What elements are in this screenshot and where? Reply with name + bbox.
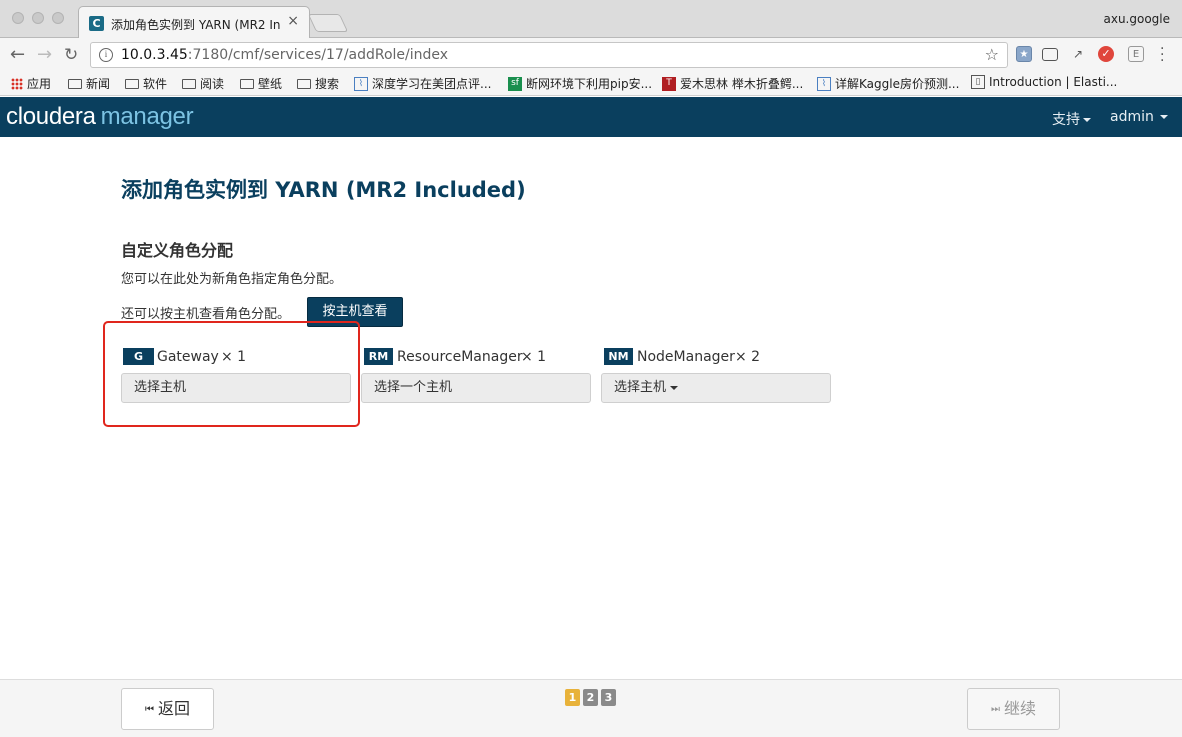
info-icon[interactable]: i <box>99 48 113 62</box>
window-zoom-button[interactable] <box>52 12 64 24</box>
support-menu[interactable]: 支持 <box>1052 109 1091 129</box>
address-bar[interactable]: i 10.0.3.45:7180/cmf/services/17/addRole… <box>90 42 1008 68</box>
role-name: ResourceManager <box>397 349 523 365</box>
page-title: 添加角色实例到 YARN (MR2 Included) <box>121 178 526 202</box>
step-forward-icon: ⏭ <box>990 703 1000 715</box>
bookmark-item[interactable]: 新闻 <box>68 75 110 92</box>
role-count: × 2 <box>735 349 761 365</box>
user-menu[interactable]: admin <box>1110 109 1168 125</box>
step-backward-icon: ⏮ <box>144 703 154 715</box>
caret-down-icon <box>1083 118 1091 122</box>
folder-icon <box>68 78 82 89</box>
cloudera-manager-logo[interactable]: cloudera manager <box>6 103 194 131</box>
bookmark-item[interactable]: ⌇ 详解Kaggle房价预测... <box>817 75 959 92</box>
role-badge: RM <box>364 348 393 365</box>
bookmark-item[interactable]: ▯ Introduction | Elasti... <box>971 75 1117 89</box>
app-header: cloudera manager 支持 admin <box>0 97 1182 137</box>
view-by-host-text: 还可以按主机查看角色分配。 <box>121 307 291 322</box>
folder-icon <box>125 78 139 89</box>
bookmark-item[interactable]: sf 断网环境下利用pip安... <box>508 75 652 92</box>
bookmark-item[interactable]: T 爱木思林 榉木折叠鳄... <box>662 75 803 92</box>
sf-favicon-icon: sf <box>508 76 522 91</box>
host-select-dropdown[interactable]: 选择主机 <box>601 373 831 403</box>
extension-check-icon[interactable]: ✓ <box>1098 46 1114 62</box>
reload-icon[interactable]: ↻ <box>64 45 78 65</box>
browser-tab-active[interactable]: C 添加角色实例到 YARN (MR2 Inc × <box>78 6 310 39</box>
wizard-step-1: 1 <box>565 689 580 706</box>
wizard-step-3: 3 <box>601 689 616 706</box>
browser-tab-strip: C 添加角色实例到 YARN (MR2 Inc × axu.google <box>0 0 1182 39</box>
wizard-footer: ⏮ 返回 1 2 3 ⏭ 继续 <box>0 679 1182 737</box>
url-text[interactable]: 10.0.3.45:7180/cmf/services/17/addRole/i… <box>121 47 448 63</box>
back-button[interactable]: ⏮ 返回 <box>121 688 214 730</box>
caret-down-icon <box>670 385 679 390</box>
profile-name[interactable]: axu.google <box>1103 12 1170 26</box>
bookmark-item[interactable]: ⌇ 深度学习在美团点评... <box>354 75 491 92</box>
chart-favicon-icon: ⌇ <box>354 76 368 91</box>
role-assignment-resourcemanager: RM ResourceManager × 1 选择一个主机 <box>361 346 591 406</box>
cloudera-favicon-icon: C <box>89 16 104 31</box>
chart-favicon-icon: ⌇ <box>817 76 831 91</box>
tab-close-icon[interactable]: × <box>287 13 299 29</box>
annotation-highlight-box <box>103 321 360 427</box>
bookmark-item[interactable]: 阅读 <box>182 75 224 92</box>
bookmark-item[interactable]: 搜索 <box>297 75 339 92</box>
role-badge: NM <box>604 348 633 365</box>
extension-e-icon[interactable]: E <box>1128 46 1144 62</box>
window-close-button[interactable] <box>12 12 24 24</box>
role-count: × 1 <box>521 349 547 365</box>
role-name: NodeManager <box>637 349 735 365</box>
browser-menu-icon[interactable]: · · · <box>1160 42 1166 68</box>
folder-icon <box>297 78 311 89</box>
wizard-step-2: 2 <box>583 689 598 706</box>
forward-arrow-icon[interactable]: → <box>37 45 52 65</box>
bookmark-item[interactable]: 壁纸 <box>240 75 282 92</box>
t-favicon-icon: T <box>662 76 676 91</box>
folder-icon <box>240 78 254 89</box>
section-description: 您可以在此处为新角色指定角色分配。 <box>121 272 343 287</box>
host-select-button[interactable]: 选择一个主机 <box>361 373 591 403</box>
window-minimize-button[interactable] <box>32 12 44 24</box>
extension-chart-icon[interactable]: ↗ <box>1070 46 1086 62</box>
extension-star-icon[interactable]: ★ <box>1016 46 1032 62</box>
extension-screen-icon[interactable] <box>1042 48 1058 61</box>
bookmark-item[interactable]: 应用 <box>11 75 51 92</box>
tab-title: 添加角色实例到 YARN (MR2 Inc <box>111 18 281 32</box>
caret-down-icon <box>1159 115 1168 119</box>
book-favicon-icon: ▯ <box>971 75 985 89</box>
continue-button[interactable]: ⏭ 继续 <box>967 688 1060 730</box>
back-arrow-icon[interactable]: ← <box>10 45 25 65</box>
apps-grid-icon <box>11 77 23 90</box>
folder-icon <box>182 78 196 89</box>
bookmark-item[interactable]: 软件 <box>125 75 167 92</box>
role-assignment-nodemanager: NM NodeManager × 2 选择主机 <box>601 346 831 406</box>
new-tab-button[interactable] <box>307 14 349 32</box>
browser-toolbar: ← → ↻ i 10.0.3.45:7180/cmf/services/17/a… <box>0 38 1182 72</box>
section-title: 自定义角色分配 <box>121 241 234 260</box>
bookmarks-bar: 应用 新闻 软件 阅读 壁纸 搜索 ⌇ 深度学习在美团点评... sf 断网环境… <box>0 72 1182 96</box>
bookmark-star-icon[interactable]: ☆ <box>985 45 999 64</box>
